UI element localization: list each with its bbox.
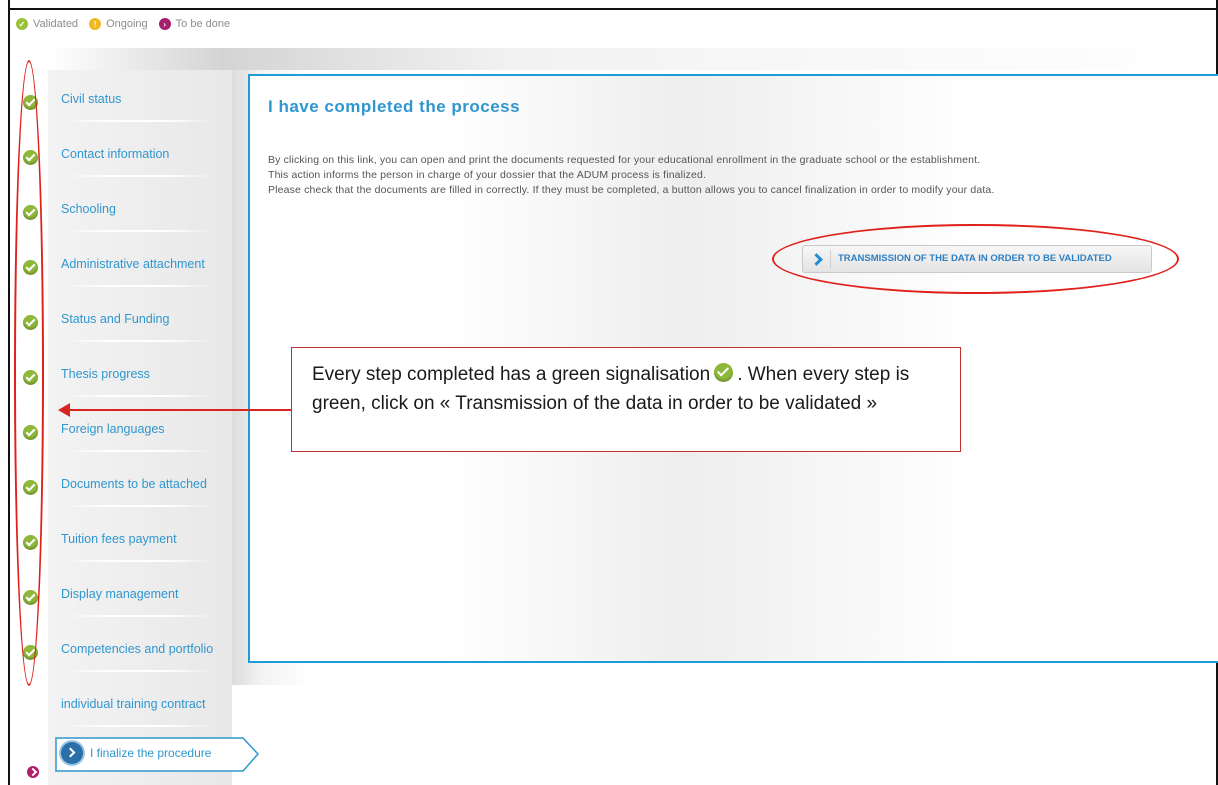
sidebar-item-competencies-and-portfolio[interactable]: Competencies and portfolio bbox=[48, 620, 232, 674]
sidebar-item-label: Schooling bbox=[61, 202, 116, 216]
to-be-done-icon: › bbox=[158, 18, 171, 30]
sidebar-item-label: Documents to be attached bbox=[61, 477, 207, 491]
sidebar-divider bbox=[62, 120, 214, 122]
annotation-line: green, click on « Transmission of the da… bbox=[312, 393, 878, 414]
validated-check-icon bbox=[714, 363, 734, 382]
ongoing-icon: ! bbox=[89, 18, 102, 30]
sidebar-item-label: Tuition fees payment bbox=[61, 532, 177, 546]
sidebar-divider bbox=[62, 340, 214, 342]
annotation-line: Every step completed has a green signali… bbox=[312, 360, 909, 389]
sidebar-divider bbox=[62, 285, 214, 287]
sidebar-divider bbox=[62, 505, 214, 507]
sidebar-item-display-management[interactable]: Display management bbox=[48, 565, 232, 619]
sidebar-item-label: Status and Funding bbox=[61, 312, 170, 326]
page-title: I have completed the process bbox=[268, 97, 521, 116]
sidebar-divider bbox=[62, 615, 214, 617]
instructions-text: By clicking on this link, you can open a… bbox=[268, 153, 995, 198]
annotation-line-part: Every step completed has a green signali… bbox=[312, 364, 711, 385]
legend-validated-label: Validated bbox=[33, 18, 79, 30]
frame-border-left bbox=[8, 0, 10, 785]
frame-border-top bbox=[8, 8, 1218, 10]
sidebar-item-documents-to-be-attached[interactable]: Documents to be attached bbox=[48, 455, 232, 509]
sidebar-item-label: Thesis progress bbox=[61, 367, 150, 381]
highlight-oval-status-column bbox=[14, 60, 44, 686]
sidebar-item-thesis-progress[interactable]: Thesis progress bbox=[48, 345, 232, 399]
highlight-oval-transmit-button bbox=[772, 224, 1179, 294]
status-legend: ✓ Validated ! Ongoing › To be done bbox=[16, 18, 236, 30]
sidebar-item-label: Foreign languages bbox=[61, 422, 165, 436]
sidebar-item-contact-information[interactable]: Contact information bbox=[48, 125, 232, 179]
to-be-done-icon bbox=[27, 766, 39, 778]
sidebar-item-label: Administrative attachment bbox=[61, 257, 205, 271]
sidebar-item-status-and-funding[interactable]: Status and Funding bbox=[48, 290, 232, 344]
sidebar-item-individual-training-contract[interactable]: individual training contract bbox=[48, 675, 232, 729]
sidebar-item-schooling[interactable]: Schooling bbox=[48, 180, 232, 234]
annotation-arrow-line bbox=[66, 409, 292, 411]
sidebar-divider bbox=[62, 670, 214, 672]
annotation-text: Every step completed has a green signali… bbox=[312, 360, 909, 418]
legend-to-be-done-label: To be done bbox=[175, 18, 231, 30]
sidebar-item-label: individual training contract bbox=[61, 697, 206, 711]
chevron-right-icon bbox=[61, 742, 83, 764]
instructions-line: Please check that the documents are fill… bbox=[268, 184, 995, 196]
finalize-procedure-button[interactable]: I finalize the procedure bbox=[55, 734, 260, 772]
sidebar-item-label: Contact information bbox=[61, 147, 170, 161]
arrow-left-icon bbox=[58, 403, 70, 417]
sidebar-divider bbox=[62, 725, 214, 727]
instructions-line: By clicking on this link, you can open a… bbox=[268, 154, 981, 166]
sidebar-item-label: Display management bbox=[61, 587, 179, 601]
sidebar-divider bbox=[62, 560, 214, 562]
sidebar-item-administrative-attachment[interactable]: Administrative attachment bbox=[48, 235, 232, 289]
sidebar-divider bbox=[62, 450, 214, 452]
sidebar-divider bbox=[62, 230, 214, 232]
sidebar-item-tuition-fees-payment[interactable]: Tuition fees payment bbox=[48, 510, 232, 564]
legend-ongoing-label: Ongoing bbox=[106, 18, 148, 30]
sidebar-divider bbox=[62, 395, 214, 397]
validated-icon: ✓ bbox=[16, 18, 28, 30]
sidebar-item-label: Competencies and portfolio bbox=[61, 642, 214, 656]
instructions-line: This action informs the person in charge… bbox=[268, 169, 707, 181]
sidebar-item-civil-status[interactable]: Civil status bbox=[48, 70, 232, 124]
sidebar-divider bbox=[62, 175, 214, 177]
sidebar-item-label: Civil status bbox=[61, 92, 122, 106]
finalize-procedure-label: I finalize the procedure bbox=[90, 746, 212, 760]
steps-sidebar: Civil status Contact information Schooli… bbox=[48, 70, 232, 785]
annotation-line-part: . When every step is bbox=[737, 364, 910, 385]
